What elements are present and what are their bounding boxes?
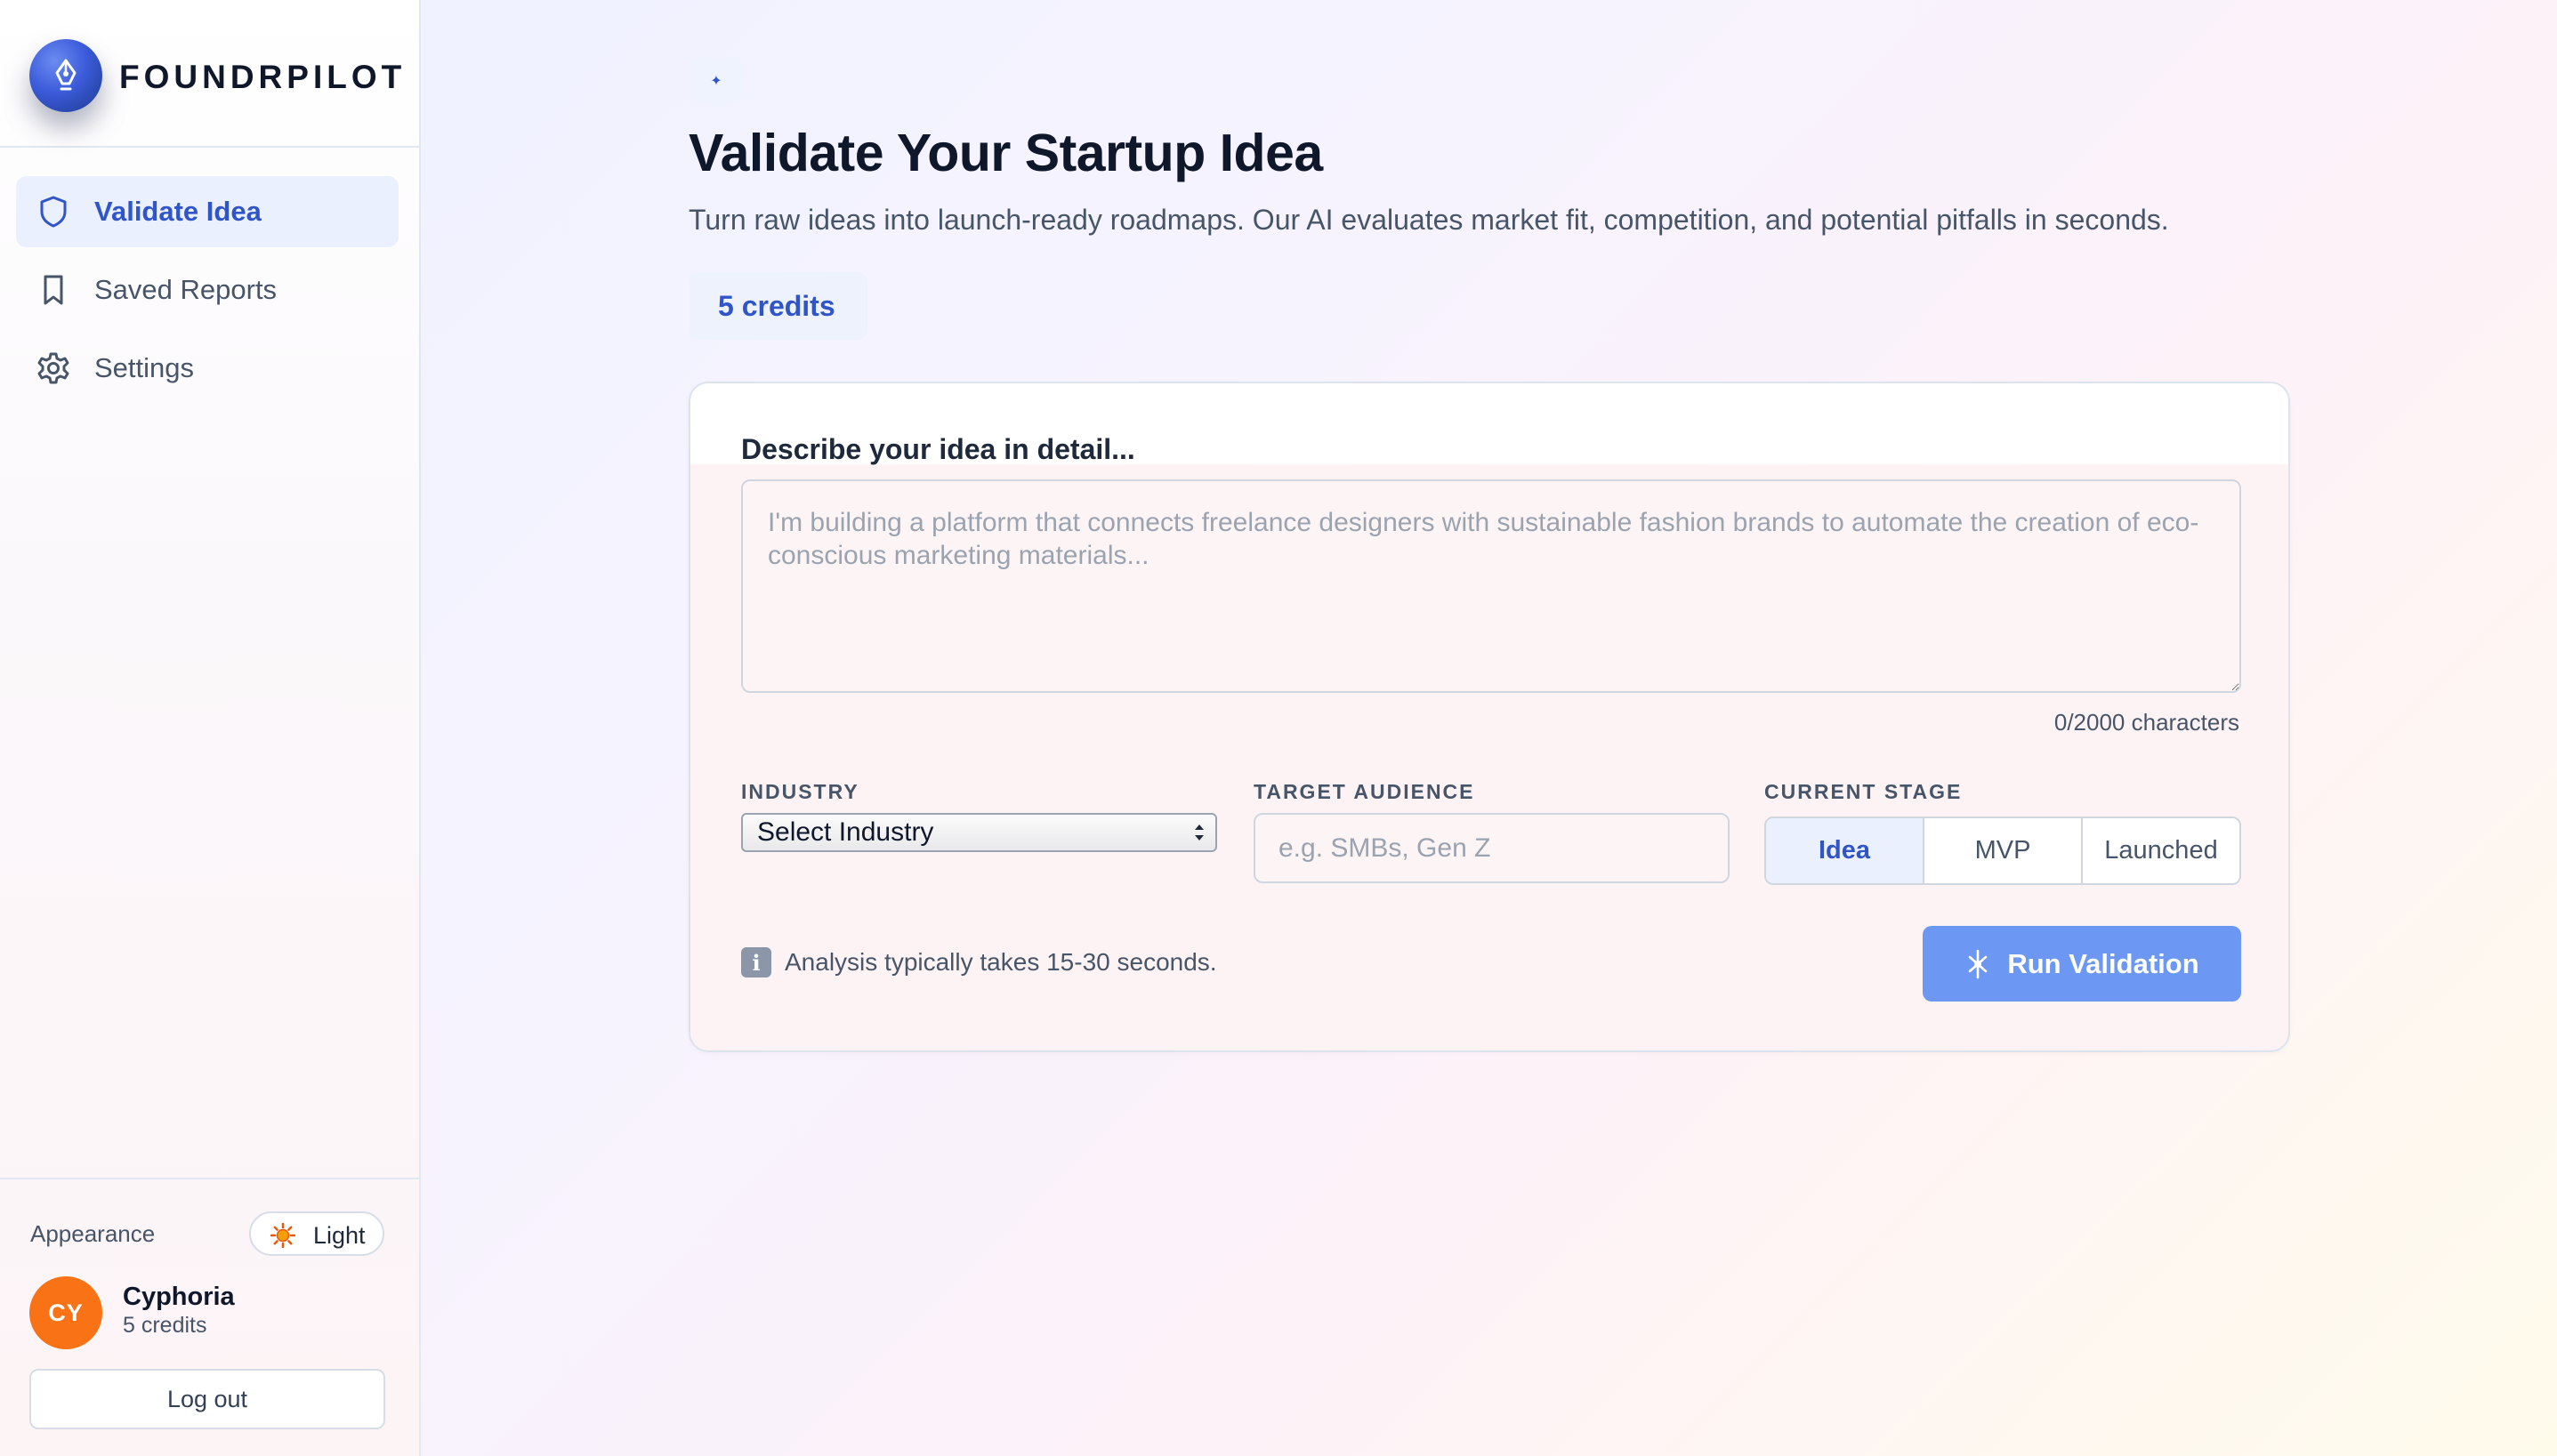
info-icon: i <box>741 947 771 977</box>
gear-icon <box>37 352 69 384</box>
sidebar-item-validate-idea[interactable]: Validate Idea <box>16 176 399 247</box>
logo[interactable] <box>29 39 102 112</box>
stage-segmented-control: Idea MVP Launched <box>1764 816 2241 885</box>
current-stage-label: CURRENT STAGE <box>1764 780 1963 803</box>
sun-icon <box>270 1223 295 1248</box>
analysis-time-note: i Analysis typically takes 15-30 seconds… <box>741 947 1217 977</box>
sidebar-item-label: Saved Reports <box>94 274 278 305</box>
theme-toggle[interactable]: Light <box>249 1211 384 1256</box>
bookmark-icon <box>44 275 63 305</box>
sidebar-item-settings[interactable]: Settings <box>16 333 399 404</box>
user-credits: 5 credits <box>123 1313 207 1338</box>
target-audience-label: TARGET AUDIENCE <box>1254 780 1475 803</box>
description-label: Describe your idea in detail... <box>741 433 1135 465</box>
idea-description-textarea[interactable] <box>741 479 2241 693</box>
stage-option-mvp[interactable]: MVP <box>1924 818 2083 883</box>
sparkle-badge: ✦ <box>690 58 743 104</box>
page-subtitle: Turn raw ideas into launch-ready roadmap… <box>689 204 2169 236</box>
sidebar: FOUNDRPILOT Validate Idea Saved Reports … <box>0 0 421 1456</box>
pen-nib-icon <box>55 59 77 91</box>
user-name: Cyphoria <box>123 1283 235 1311</box>
target-audience-input[interactable] <box>1254 813 1730 883</box>
shield-icon <box>40 196 67 228</box>
stage-option-launched[interactable]: Launched <box>2083 818 2239 883</box>
sidebar-item-saved-reports[interactable]: Saved Reports <box>16 254 399 326</box>
logout-button[interactable]: Log out <box>29 1369 385 1429</box>
info-text: Analysis typically takes 15-30 seconds. <box>785 948 1217 976</box>
run-validation-label: Run Validation <box>2007 947 2199 979</box>
brand-name: FOUNDRPILOT <box>119 59 407 95</box>
validation-form-card: Describe your idea in detail... 0/2000 c… <box>689 382 2290 1052</box>
run-validation-button[interactable]: Run Validation <box>1923 926 2241 1002</box>
stage-option-idea[interactable]: Idea <box>1766 818 1924 883</box>
character-count: 0/2000 characters <box>2053 709 2239 736</box>
credits-badge: 5 credits <box>690 272 867 340</box>
sidebar-nav: Validate Idea Saved Reports Settings <box>16 176 399 411</box>
avatar[interactable]: CY <box>29 1276 102 1349</box>
industry-label: INDUSTRY <box>741 780 859 803</box>
page-title: Validate Your Startup Idea <box>689 124 1323 182</box>
select-arrows-icon <box>1195 825 1204 841</box>
sidebar-footer: Appearance Light CY Cyphoria 5 credits L… <box>0 1178 419 1456</box>
sparkle-icon <box>1969 949 1988 978</box>
sparkle-icon: ✦ <box>710 74 722 89</box>
sidebar-item-label: Validate Idea <box>94 196 262 227</box>
industry-select[interactable]: Select Industry <box>741 813 1217 852</box>
sidebar-item-label: Settings <box>94 352 195 383</box>
appearance-label: Appearance <box>30 1220 156 1247</box>
theme-label: Light <box>313 1222 366 1249</box>
industry-selected-value: Select Industry <box>757 817 934 847</box>
brand-header: FOUNDRPILOT <box>0 0 419 148</box>
